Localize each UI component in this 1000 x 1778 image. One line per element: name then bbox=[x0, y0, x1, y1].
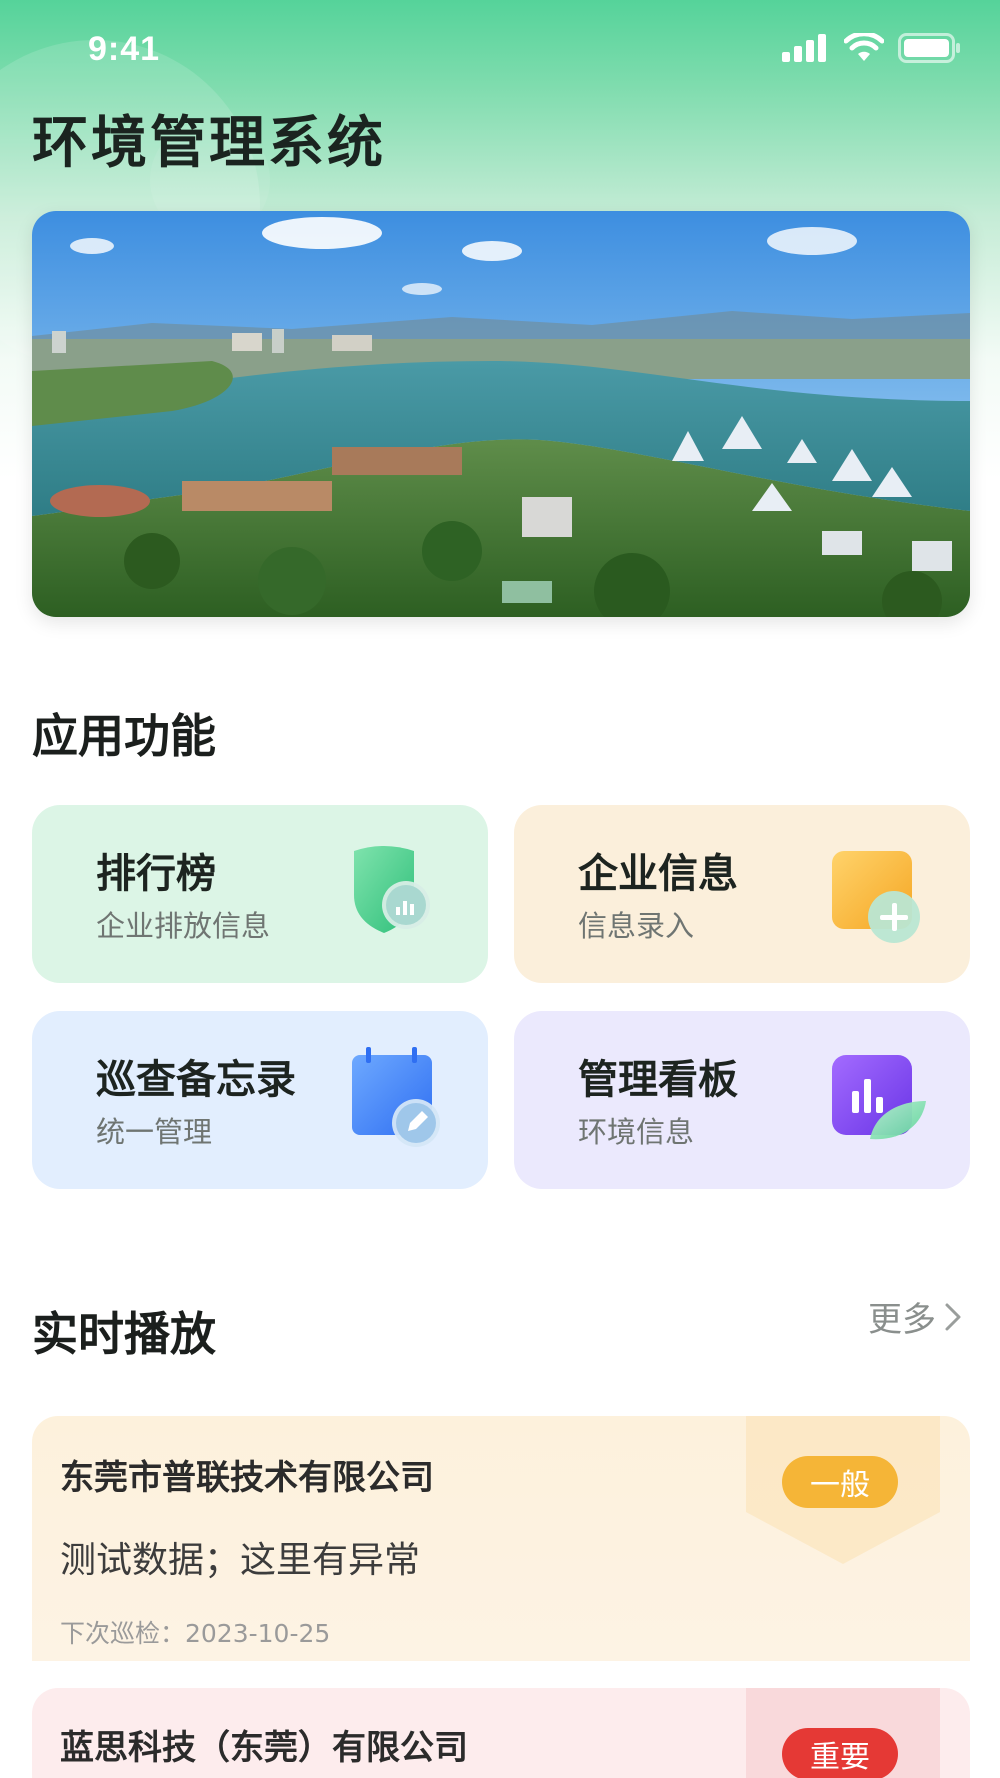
chevron-right-icon bbox=[945, 1303, 961, 1330]
realtime-section-title: 实时播放 bbox=[32, 1307, 216, 1361]
feature-card-subtitle: 企业排放信息 bbox=[96, 909, 271, 943]
folder-add-icon bbox=[832, 851, 920, 943]
feature-card-subtitle: 信息录入 bbox=[578, 909, 695, 943]
calendar-edit-icon bbox=[352, 1047, 440, 1147]
landscape-image bbox=[32, 211, 970, 617]
status-bar: 9:41 bbox=[0, 0, 1000, 88]
news-date: 下次巡检：2023-10-25 bbox=[60, 1619, 331, 1648]
banner-image[interactable] bbox=[32, 211, 970, 617]
battery-icon bbox=[898, 33, 960, 63]
realtime-item[interactable]: 一般 东莞市普联技术有限公司 测试数据；这里有异常 下次巡检：2023-10-2… bbox=[32, 1416, 970, 1661]
news-description: 测试数据；这里有异常 bbox=[60, 1540, 421, 1581]
feature-card-company-info[interactable]: 企业信息 信息录入 bbox=[514, 805, 970, 983]
cellular-signal-icon bbox=[782, 34, 826, 62]
feature-card-title: 排行榜 bbox=[96, 851, 216, 897]
feature-card-title: 企业信息 bbox=[578, 851, 738, 897]
page-title: 环境管理系统 bbox=[32, 111, 386, 176]
wifi-icon bbox=[844, 33, 884, 61]
feature-card-title: 巡查备忘录 bbox=[96, 1057, 296, 1103]
feature-card-title: 管理看板 bbox=[578, 1057, 738, 1103]
feature-card-dashboard[interactable]: 管理看板 环境信息 bbox=[514, 1011, 970, 1189]
status-time: 9:41 bbox=[88, 30, 161, 68]
shield-chart-icon bbox=[354, 846, 430, 933]
features-section-title: 应用功能 bbox=[32, 709, 216, 763]
more-label: 更多 bbox=[868, 1300, 936, 1340]
more-link[interactable]: 更多 bbox=[868, 1292, 962, 1341]
feature-card-ranking[interactable]: 排行榜 企业排放信息 bbox=[32, 805, 488, 983]
realtime-item[interactable]: 重要 蓝思科技（东莞）有限公司 bbox=[32, 1688, 970, 1778]
feature-card-subtitle: 统一管理 bbox=[96, 1115, 213, 1149]
feature-card-subtitle: 环境信息 bbox=[578, 1115, 695, 1149]
feature-card-patrol-memo[interactable]: 巡查备忘录 统一管理 bbox=[32, 1011, 488, 1189]
news-company: 东莞市普联技术有限公司 bbox=[60, 1458, 434, 1498]
severity-tag: 一般 bbox=[782, 1456, 898, 1508]
dashboard-leaf-icon bbox=[832, 1055, 926, 1140]
severity-tag: 重要 bbox=[782, 1728, 898, 1778]
news-company: 蓝思科技（东莞）有限公司 bbox=[60, 1728, 468, 1768]
